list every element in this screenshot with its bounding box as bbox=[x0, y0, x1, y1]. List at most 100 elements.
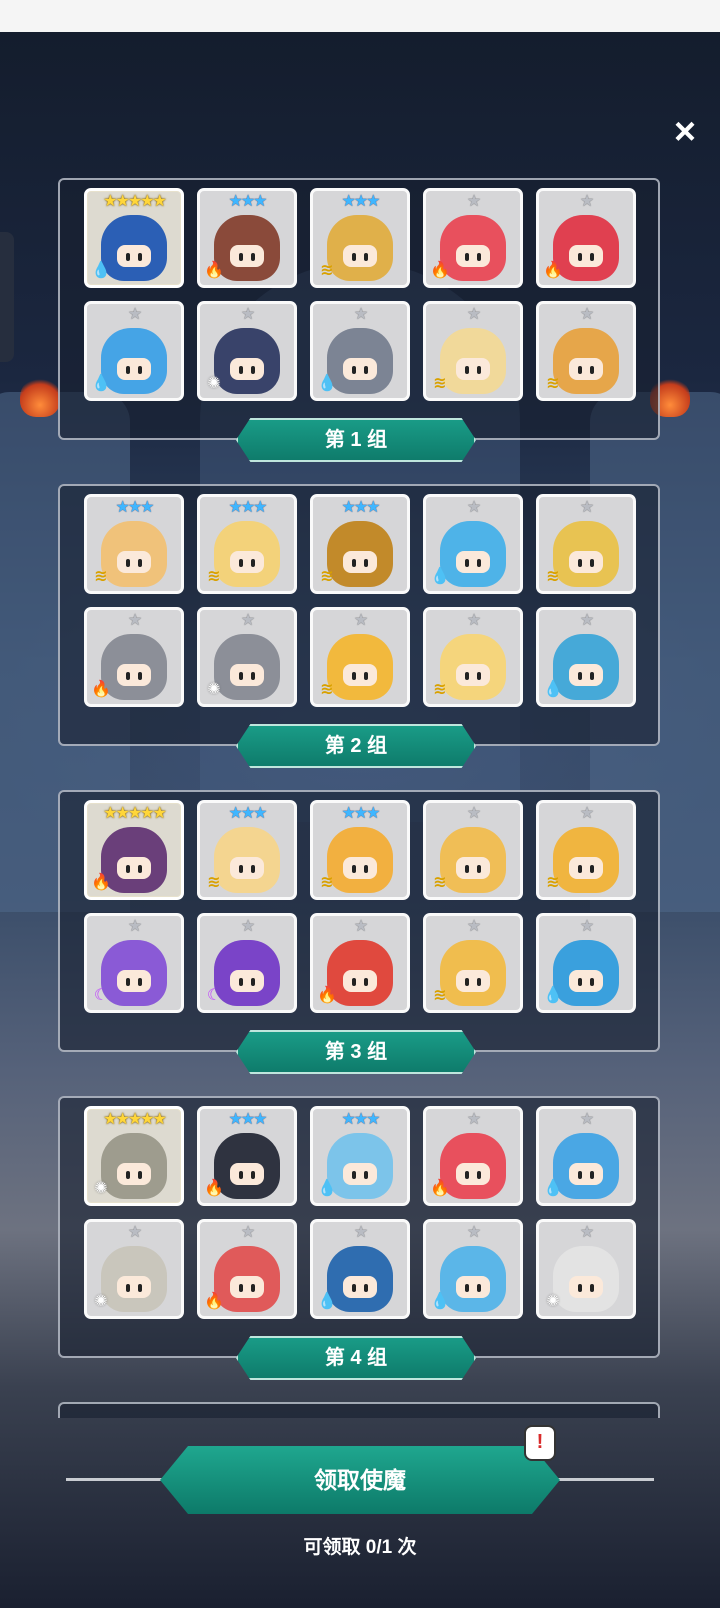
star-rating: ★ bbox=[579, 918, 594, 935]
star-rating: ★ bbox=[353, 1224, 368, 1241]
familiar-card[interactable]: ★ 🔥 bbox=[423, 1106, 523, 1206]
wind-element-icon: ≋ bbox=[320, 568, 334, 585]
familiar-card[interactable]: ★★★★★ 🔥 bbox=[84, 800, 184, 900]
star-rating: ★ bbox=[579, 805, 594, 822]
familiar-group-partial bbox=[58, 1402, 660, 1418]
group-label-banner: 第 2 组 bbox=[236, 724, 476, 768]
star-rating: ★ bbox=[466, 499, 481, 516]
wind-element-icon: ≋ bbox=[207, 568, 221, 585]
star-rating: ★★★ bbox=[228, 499, 267, 516]
familiar-card[interactable]: ★ 🔥 bbox=[310, 913, 410, 1013]
wind-element-icon: ≋ bbox=[433, 987, 447, 1004]
familiar-card[interactable]: ★ ≋ bbox=[536, 301, 636, 401]
familiar-grid: ★★★★★ 🔥 ★★★ ≋ ★★★ ≋ ★ ≋ ★ ≋ ★ ☾ ★ ☾ ★ 🔥 ★ ≋ ★ 💧 bbox=[84, 800, 636, 1013]
fire-element-icon: 🔥 bbox=[430, 1180, 450, 1197]
star-rating: ★ bbox=[353, 918, 368, 935]
familiar-card[interactable]: ★ 💧 bbox=[423, 494, 523, 594]
familiar-card[interactable]: ★★★ ≋ bbox=[310, 800, 410, 900]
fire-element-icon: 🔥 bbox=[543, 262, 563, 279]
water-element-icon: 💧 bbox=[543, 681, 563, 698]
familiar-card[interactable]: ★ ≋ bbox=[423, 301, 523, 401]
claim-familiar-button[interactable]: 领取使魔 bbox=[160, 1446, 560, 1514]
star-rating: ★ bbox=[579, 612, 594, 629]
familiar-card[interactable]: ★ ≋ bbox=[423, 800, 523, 900]
star-rating: ★ bbox=[579, 193, 594, 210]
familiar-card[interactable]: ★★★ ≋ bbox=[197, 800, 297, 900]
star-rating: ★ bbox=[466, 1224, 481, 1241]
familiar-card[interactable]: ★★★ ≋ bbox=[310, 188, 410, 288]
familiar-card[interactable]: ★ 💧 bbox=[310, 1219, 410, 1319]
wind-element-icon: ≋ bbox=[207, 874, 221, 891]
familiar-card[interactable]: ★ 💧 bbox=[310, 301, 410, 401]
water-element-icon: 💧 bbox=[543, 1180, 563, 1197]
familiar-card[interactable]: ★★★★★ 💧 bbox=[84, 188, 184, 288]
star-rating: ★ bbox=[240, 918, 255, 935]
water-element-icon: 💧 bbox=[430, 568, 450, 585]
light-element-icon: ✺ bbox=[207, 681, 221, 698]
familiar-card[interactable]: ★ 💧 bbox=[536, 913, 636, 1013]
star-rating: ★★★ bbox=[341, 1111, 380, 1128]
star-rating: ★★★ bbox=[228, 1111, 267, 1128]
wind-element-icon: ≋ bbox=[546, 874, 560, 891]
familiar-card[interactable]: ★★★ 🔥 bbox=[197, 188, 297, 288]
familiar-card[interactable]: ★ ✺ bbox=[197, 301, 297, 401]
star-rating: ★ bbox=[127, 918, 142, 935]
familiar-card[interactable]: ★ ✺ bbox=[84, 1219, 184, 1319]
familiar-card[interactable]: ★ 💧 bbox=[536, 607, 636, 707]
familiar-card[interactable]: ★ ☾ bbox=[84, 913, 184, 1013]
group-label-banner: 第 3 组 bbox=[236, 1030, 476, 1074]
wind-element-icon: ≋ bbox=[94, 568, 108, 585]
star-rating: ★ bbox=[127, 1224, 142, 1241]
star-rating: ★ bbox=[466, 193, 481, 210]
water-element-icon: 💧 bbox=[317, 375, 337, 392]
fire-element-icon: 🔥 bbox=[204, 262, 224, 279]
group-label-banner: 第 1 组 bbox=[236, 418, 476, 462]
familiar-card[interactable]: ★ 🔥 bbox=[84, 607, 184, 707]
familiar-card[interactable]: ★ 🔥 bbox=[536, 188, 636, 288]
familiar-card[interactable]: ★ 💧 bbox=[423, 1219, 523, 1319]
star-rating: ★ bbox=[353, 306, 368, 323]
familiar-card[interactable]: ★ ✺ bbox=[197, 607, 297, 707]
star-rating: ★ bbox=[240, 612, 255, 629]
fire-element-icon: 🔥 bbox=[91, 681, 111, 698]
familiar-card[interactable]: ★★★ ≋ bbox=[197, 494, 297, 594]
familiar-group-4: ★★★★★ ✺ ★★★ 🔥 ★★★ 💧 ★ 🔥 ★ 💧 ★ ✺ ★ 🔥 ★ 💧 ★ 💧 ★ ✺ 第 4 组 bbox=[58, 1096, 660, 1380]
fire-element-icon: 🔥 bbox=[204, 1293, 224, 1310]
familiar-card[interactable]: ★★★★★ ✺ bbox=[84, 1106, 184, 1206]
status-bar bbox=[0, 0, 720, 32]
familiar-card[interactable]: ★ ≋ bbox=[310, 607, 410, 707]
familiar-card[interactable]: ★ 🔥 bbox=[197, 1219, 297, 1319]
star-rating: ★★★ bbox=[115, 499, 154, 516]
star-rating: ★ bbox=[466, 306, 481, 323]
star-rating: ★★★ bbox=[341, 193, 380, 210]
star-rating: ★ bbox=[240, 1224, 255, 1241]
familiar-card[interactable]: ★ ☾ bbox=[197, 913, 297, 1013]
star-rating: ★ bbox=[579, 306, 594, 323]
dark-element-icon: ☾ bbox=[93, 987, 109, 1004]
star-rating: ★★★★★ bbox=[103, 193, 167, 210]
water-element-icon: 💧 bbox=[317, 1180, 337, 1197]
familiar-card[interactable]: ★ 🔥 bbox=[423, 188, 523, 288]
familiar-card[interactable]: ★ ≋ bbox=[423, 607, 523, 707]
familiar-card[interactable]: ★ 💧 bbox=[536, 1106, 636, 1206]
light-element-icon: ✺ bbox=[207, 375, 221, 392]
water-element-icon: 💧 bbox=[543, 987, 563, 1004]
familiar-card[interactable]: ★ ✺ bbox=[536, 1219, 636, 1319]
familiar-card[interactable]: ★★★ 🔥 bbox=[197, 1106, 297, 1206]
water-element-icon: 💧 bbox=[430, 1293, 450, 1310]
fire-element-icon: 🔥 bbox=[204, 1180, 224, 1197]
familiar-group-2: ★★★ ≋ ★★★ ≋ ★★★ ≋ ★ 💧 ★ ≋ ★ 🔥 ★ ✺ ★ ≋ ★ ≋ ★ 💧 第 2 组 bbox=[58, 484, 660, 768]
water-element-icon: 💧 bbox=[91, 262, 111, 279]
reward-group-list[interactable]: ★★★★★ 💧 ★★★ 🔥 ★★★ ≋ ★ 🔥 ★ 🔥 ★ 💧 ★ ✺ ★ 💧 ★ ≋ ★ ≋ 第 1 组 ★★★ ≋ ★★★… bbox=[0, 178, 720, 1418]
star-rating: ★ bbox=[579, 499, 594, 516]
familiar-card[interactable]: ★★★ 💧 bbox=[310, 1106, 410, 1206]
familiar-card[interactable]: ★ 💧 bbox=[84, 301, 184, 401]
fire-element-icon: 🔥 bbox=[317, 987, 337, 1004]
familiar-card[interactable]: ★ ≋ bbox=[423, 913, 523, 1013]
familiar-card[interactable]: ★ ≋ bbox=[536, 800, 636, 900]
familiar-card[interactable]: ★★★ ≋ bbox=[310, 494, 410, 594]
familiar-card[interactable]: ★ ≋ bbox=[536, 494, 636, 594]
water-element-icon: 💧 bbox=[317, 1293, 337, 1310]
familiar-card[interactable]: ★★★ ≋ bbox=[84, 494, 184, 594]
close-icon[interactable]: × bbox=[663, 110, 707, 154]
